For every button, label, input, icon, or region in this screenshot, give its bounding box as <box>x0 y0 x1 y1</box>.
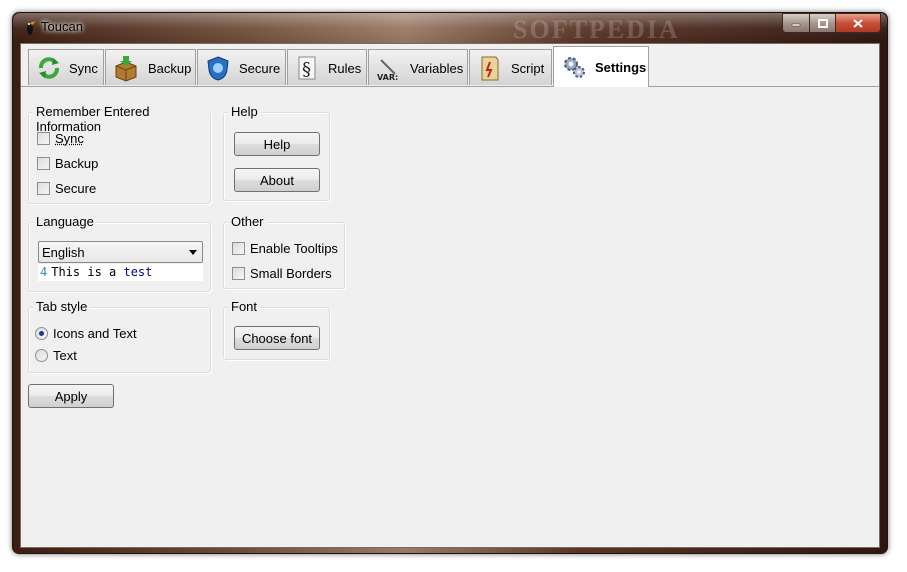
checkbox-box <box>37 132 50 145</box>
client-area: Sync Backup Secure § Rules VAR: Variable… <box>20 43 880 548</box>
toucan-icon <box>27 21 36 35</box>
gears-icon <box>564 57 585 78</box>
tab-label: Variables <box>410 61 464 76</box>
tab-style-group: Tab style Icons and Text Text <box>28 299 211 373</box>
tab-secure[interactable]: Secure <box>197 49 286 85</box>
help-group: Help Help About <box>223 104 330 201</box>
language-preview: 4 This is a test <box>38 264 203 281</box>
other-group: Other Enable Tooltips Small Borders <box>223 214 345 289</box>
checkbox-box <box>37 157 50 170</box>
preview-text: This is a <box>51 265 124 279</box>
language-select[interactable]: English <box>38 241 203 263</box>
svg-text:VAR:: VAR: <box>377 73 398 82</box>
caption-buttons <box>782 13 881 33</box>
checkbox-label: Secure <box>55 181 97 196</box>
about-button[interactable]: About <box>234 168 320 192</box>
group-title: Tab style <box>33 299 91 314</box>
language-group: Language English 4 This is a test <box>28 214 211 292</box>
checkbox-label: Backup <box>55 156 99 171</box>
maximize-button[interactable] <box>810 13 836 33</box>
tab-strip: Sync Backup Secure § Rules VAR: Variable… <box>21 44 879 87</box>
checkbox-box <box>232 242 245 255</box>
text-radio[interactable]: Text <box>35 348 77 363</box>
radio-label: Icons and Text <box>53 326 137 341</box>
small-borders-checkbox[interactable]: Small Borders <box>232 266 332 281</box>
checkbox-box <box>232 267 245 280</box>
minimize-button[interactable] <box>782 13 810 33</box>
choose-font-button[interactable]: Choose font <box>234 326 320 350</box>
script-icon <box>481 56 499 81</box>
checkbox-label: Small Borders <box>250 266 332 281</box>
remember-backup-checkbox[interactable]: Backup <box>37 156 98 171</box>
language-select-value: English <box>42 245 85 260</box>
tab-script[interactable]: Script <box>469 49 552 85</box>
tab-rules[interactable]: § Rules <box>287 49 367 85</box>
section-sign-icon: § <box>298 56 316 80</box>
tab-label: Secure <box>239 61 281 76</box>
tab-label: Sync <box>69 61 98 76</box>
group-title: Other <box>228 214 267 229</box>
remember-group: Remember Entered Information Sync Backup… <box>28 104 211 204</box>
title-bar[interactable]: Toucan SOFTPEDIA <box>13 13 887 44</box>
checkbox-label: Sync <box>55 131 84 146</box>
group-title: Help <box>228 104 261 119</box>
backup-box-icon <box>115 56 137 82</box>
softpedia-watermark: SOFTPEDIA <box>513 15 680 44</box>
minimize-icon <box>791 23 801 27</box>
checkbox-label: Enable Tooltips <box>250 241 338 256</box>
group-title: Font <box>228 299 261 314</box>
preview-line-number: 4 <box>40 265 48 279</box>
tab-label: Script <box>511 61 545 76</box>
svg-text:§: § <box>302 59 311 80</box>
shield-icon <box>207 56 229 81</box>
enable-tooltips-checkbox[interactable]: Enable Tooltips <box>232 241 338 256</box>
tab-label: Rules <box>328 61 362 76</box>
chevron-down-icon <box>189 250 197 255</box>
radio-dot <box>35 327 48 340</box>
variables-icon: VAR: <box>377 59 398 82</box>
help-button[interactable]: Help <box>234 132 320 156</box>
maximize-icon <box>817 18 828 28</box>
tab-label: Backup <box>148 61 192 76</box>
radio-label: Text <box>53 348 77 363</box>
tab-backup[interactable]: Backup <box>105 49 196 85</box>
apply-button[interactable]: Apply <box>28 384 114 408</box>
group-title: Remember Entered Information <box>33 104 210 134</box>
tab-label: Settings <box>595 60 647 75</box>
icons-and-text-radio[interactable]: Icons and Text <box>35 326 137 341</box>
font-group: Font Choose font <box>223 299 330 360</box>
tab-sync[interactable]: Sync <box>28 49 104 85</box>
window-title: Toucan <box>41 19 83 34</box>
remember-secure-checkbox[interactable]: Secure <box>37 181 96 196</box>
app-window: Toucan SOFTPEDIA Sync Backup Secure § Ru… <box>12 12 888 554</box>
close-icon <box>853 18 863 28</box>
sync-icon <box>39 57 59 79</box>
remember-sync-checkbox[interactable]: Sync <box>37 131 84 146</box>
checkbox-box <box>37 182 50 195</box>
tab-settings[interactable]: Settings <box>553 46 649 87</box>
radio-dot <box>35 349 48 362</box>
close-button[interactable] <box>836 13 881 33</box>
tab-variables[interactable]: VAR: Variables <box>368 49 468 85</box>
group-title: Language <box>33 214 97 229</box>
preview-keyword: test <box>123 265 153 279</box>
